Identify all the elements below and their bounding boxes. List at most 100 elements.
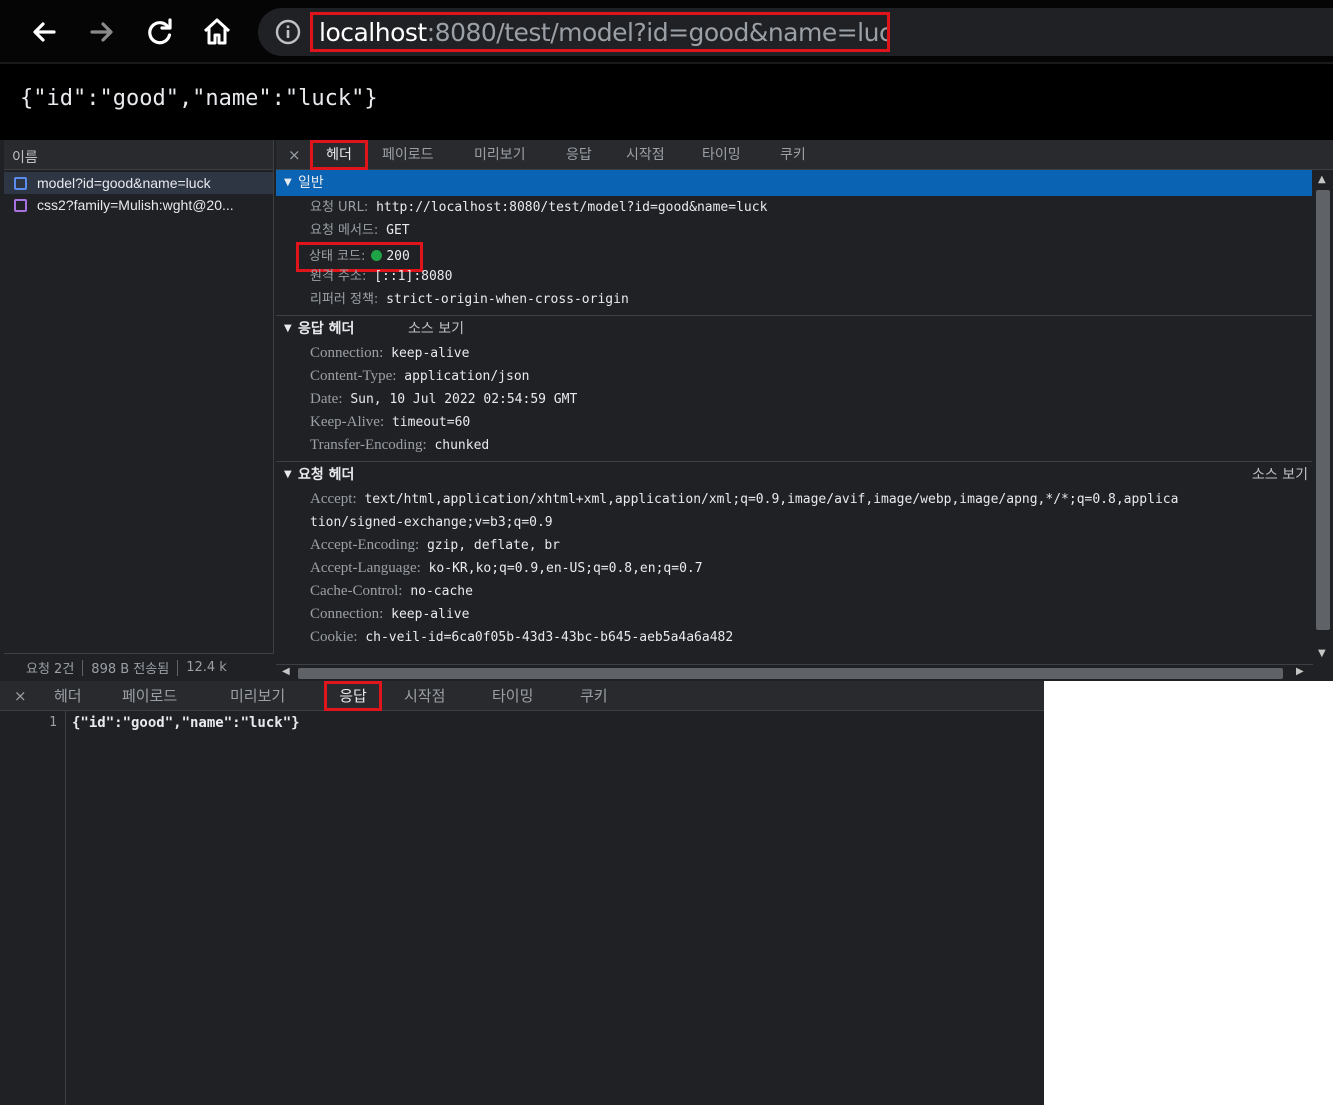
request-name: css2?family=Mulish:wght@20... bbox=[37, 197, 234, 213]
header-value: Sun, 10 Jul 2022 02:54:59 GMT bbox=[350, 392, 578, 407]
page-viewport: {"id":"good","name":"luck"} bbox=[0, 62, 1333, 140]
tab-response[interactable]: 응답 bbox=[566, 140, 592, 170]
header-key: 상태 코드: bbox=[309, 249, 366, 264]
header-value: ko-KR,ko;q=0.9,en-US;q=0.8,en;q=0.7 bbox=[428, 561, 703, 576]
tab-cookies[interactable]: 쿠키 bbox=[580, 681, 608, 711]
status-code-row: 상태 코드: 200 bbox=[276, 242, 1312, 272]
header-key: 리퍼러 정책: bbox=[310, 292, 379, 307]
request-header-row: Connection: keep-alive bbox=[276, 603, 1312, 626]
header-key: Accept-Language: bbox=[310, 560, 421, 576]
status-ok-icon bbox=[371, 250, 383, 261]
request-name: model?id=good&name=luck bbox=[37, 175, 211, 191]
scroll-down-icon[interactable]: ▼ bbox=[1318, 648, 1326, 659]
response-header-row: Transfer-Encoding: chunked bbox=[276, 434, 1312, 457]
header-value: chunked bbox=[434, 438, 490, 453]
view-source-link[interactable]: 소스 보기 bbox=[1252, 462, 1308, 488]
request-list: 이름 model?id=good&name=luck css2?family=M… bbox=[4, 140, 274, 681]
tab-preview[interactable]: 미리보기 bbox=[474, 140, 526, 170]
request-row-model[interactable]: model?id=good&name=luck bbox=[4, 172, 273, 194]
tab-timing[interactable]: 타이밍 bbox=[492, 681, 533, 711]
headers-content: ▼ 일반 요청 URL: http://localhost:8080/test/… bbox=[276, 170, 1312, 664]
response-headers-section-header[interactable]: ▼ 응답 헤더 소스 보기 bbox=[276, 316, 1312, 342]
request-method-row: 요청 메서드: GET bbox=[276, 219, 1312, 242]
tab-headers[interactable]: 헤더 bbox=[54, 681, 82, 711]
horizontal-scrollbar[interactable]: ◀ ▶ bbox=[276, 664, 1313, 681]
response-body-code[interactable]: {"id":"good","name":"luck"} bbox=[72, 715, 300, 731]
url-path: :8080/test/model?id=good&name=luck bbox=[426, 17, 890, 47]
forward-icon bbox=[90, 22, 113, 42]
tab-preview[interactable]: 미리보기 bbox=[230, 681, 285, 711]
tab-headers[interactable]: 헤더 bbox=[310, 140, 368, 170]
request-row-css[interactable]: css2?family=Mulish:wght@20... bbox=[4, 194, 273, 216]
details-tabbar: × 헤더 페이로드 미리보기 응답 시작점 타이밍 쿠키 bbox=[276, 140, 1333, 170]
tab-cookies[interactable]: 쿠키 bbox=[780, 140, 806, 170]
response-header-row: Date: Sun, 10 Jul 2022 02:54:59 GMT bbox=[276, 388, 1312, 411]
vertical-scrollbar[interactable]: ▲ ▼ bbox=[1313, 170, 1333, 664]
document-icon bbox=[14, 176, 27, 190]
view-source-link[interactable]: 소스 보기 bbox=[408, 316, 464, 342]
browser-toolbar: localhost:8080/test/model?id=good&name=l… bbox=[0, 0, 1333, 62]
request-header-continuation: tion/signed-exchange;v=b3;q=0.9 bbox=[276, 511, 1312, 534]
header-value: timeout=60 bbox=[391, 415, 471, 430]
header-key: Cookie: bbox=[310, 629, 358, 645]
home-icon bbox=[203, 18, 231, 45]
header-key: 요청 URL: bbox=[310, 200, 369, 215]
general-section-header[interactable]: ▼ 일반 bbox=[276, 170, 1312, 196]
tab-initiator[interactable]: 시작점 bbox=[404, 681, 445, 711]
scroll-up-icon[interactable]: ▲ bbox=[1318, 174, 1326, 185]
back-icon bbox=[33, 22, 56, 42]
info-icon[interactable] bbox=[274, 18, 302, 46]
forward-button[interactable] bbox=[80, 10, 124, 54]
url-host: localhost bbox=[319, 17, 427, 47]
general-title: 일반 bbox=[298, 175, 324, 191]
back-button[interactable] bbox=[22, 10, 66, 54]
resources-size: 12.4 k bbox=[186, 660, 227, 675]
home-button[interactable] bbox=[195, 10, 239, 54]
collapse-triangle-icon: ▼ bbox=[284, 323, 292, 334]
tab-payload[interactable]: 페이로드 bbox=[122, 681, 177, 711]
response-header-row: Connection: keep-alive bbox=[276, 342, 1312, 365]
header-value: [::1]:8080 bbox=[374, 269, 453, 284]
page-json-body: {"id":"good","name":"luck"} bbox=[20, 86, 378, 111]
request-headers-section-header[interactable]: ▼ 요청 헤더 소스 보기 bbox=[276, 462, 1312, 488]
header-value: keep-alive bbox=[391, 346, 470, 361]
header-value: tion/signed-exchange;v=b3;q=0.9 bbox=[310, 515, 553, 530]
devtools-network-panel: 이름 model?id=good&name=luck css2?family=M… bbox=[0, 140, 1333, 681]
name-column-header[interactable]: 이름 bbox=[4, 140, 273, 170]
close-details-button[interactable]: × bbox=[288, 140, 301, 170]
response-headers-title: 응답 헤더 bbox=[298, 321, 355, 337]
header-value: no-cache bbox=[410, 584, 473, 599]
tab-response[interactable]: 응답 bbox=[324, 681, 382, 711]
header-key: Connection: bbox=[310, 606, 384, 622]
tab-timing[interactable]: 타이밍 bbox=[702, 140, 741, 170]
network-summary-bar: 요청 2건 898 B 전송됨 12.4 k bbox=[4, 653, 274, 681]
tab-initiator[interactable]: 시작점 bbox=[626, 140, 665, 170]
header-key: Accept: bbox=[310, 491, 357, 507]
tab-payload[interactable]: 페이로드 bbox=[382, 140, 434, 170]
response-panel: × 헤더 페이로드 미리보기 응답 시작점 타이밍 쿠키 1 {"id":"go… bbox=[0, 681, 1044, 1105]
request-url-row: 요청 URL: http://localhost:8080/test/model… bbox=[276, 196, 1312, 219]
header-key: Content-Type: bbox=[310, 368, 397, 384]
transferred-size: 898 B 전송됨 bbox=[91, 662, 170, 677]
address-bar-url[interactable]: localhost:8080/test/model?id=good&name=l… bbox=[310, 12, 890, 52]
header-value: gzip, deflate, br bbox=[426, 538, 561, 553]
header-value: strict-origin-when-cross-origin bbox=[386, 292, 629, 307]
line-number: 1 bbox=[49, 715, 57, 730]
header-key: 요청 메서드: bbox=[310, 223, 379, 238]
header-key: Date: bbox=[310, 391, 343, 407]
remote-address-row: 원격 주소: [::1]:8080 bbox=[276, 265, 1312, 288]
request-details: × 헤더 페이로드 미리보기 응답 시작점 타이밍 쿠키 ▼ 일반 요청 URL… bbox=[276, 140, 1333, 681]
scroll-right-icon[interactable]: ▶ bbox=[1296, 666, 1304, 677]
header-key: Cache-Control: bbox=[310, 583, 403, 599]
request-header-row: Cache-Control: no-cache bbox=[276, 580, 1312, 603]
close-details-button[interactable]: × bbox=[14, 681, 27, 711]
response-tabbar: × 헤더 페이로드 미리보기 응답 시작점 타이밍 쿠키 bbox=[0, 681, 1044, 711]
scroll-thumb[interactable] bbox=[1316, 190, 1330, 630]
header-value: text/html,application/xhtml+xml,applicat… bbox=[364, 492, 1179, 507]
scroll-left-icon[interactable]: ◀ bbox=[282, 666, 290, 677]
stylesheet-icon bbox=[14, 198, 27, 212]
response-headers-list: Connection: keep-alive Content-Type: app… bbox=[276, 342, 1312, 457]
scroll-thumb[interactable] bbox=[298, 668, 1283, 679]
reload-icon bbox=[148, 18, 172, 45]
reload-button[interactable] bbox=[138, 10, 182, 54]
